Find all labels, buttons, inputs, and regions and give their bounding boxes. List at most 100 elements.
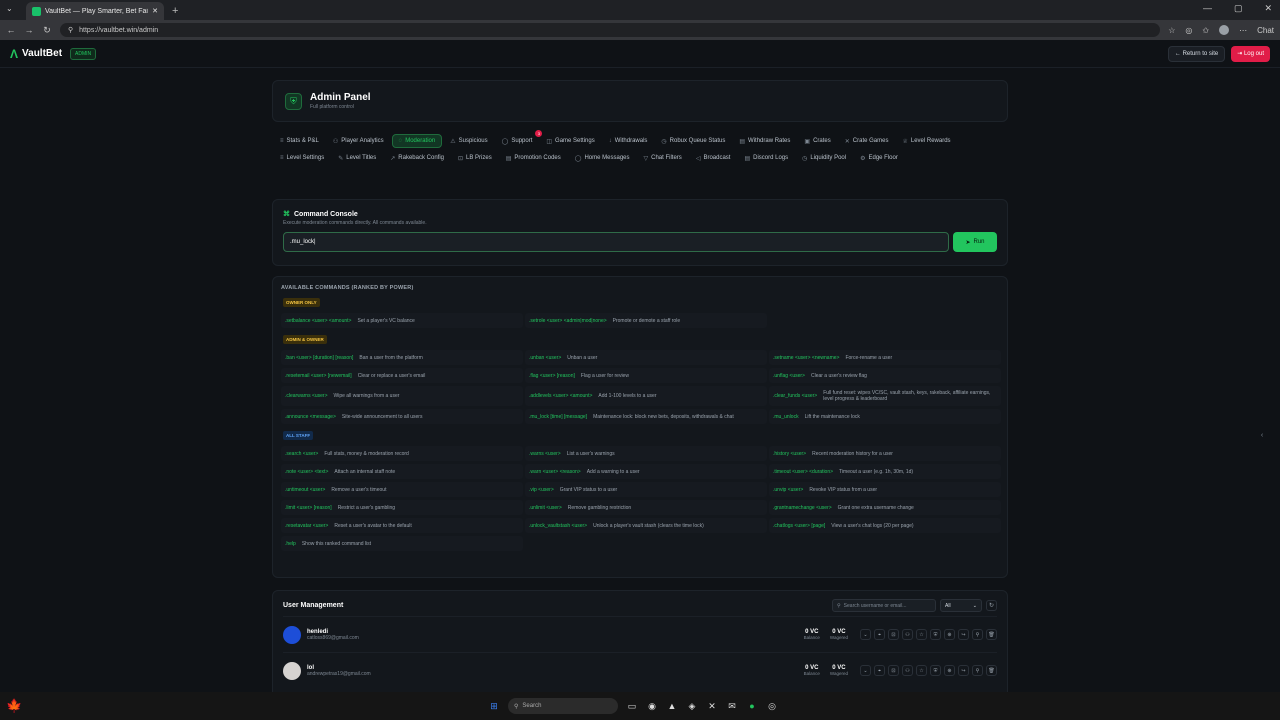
command-input[interactable]: .mu_lock |: [283, 232, 949, 252]
tab-crate-games[interactable]: ✕ Crate Games: [839, 134, 895, 148]
mail-icon[interactable]: ✉: [726, 700, 738, 712]
window-close-button[interactable]: ✕: [1264, 3, 1272, 14]
tab-close-icon[interactable]: ✕: [152, 7, 158, 15]
tab-liquidity-pool[interactable]: ◷ Liquidity Pool: [796, 151, 852, 165]
tab-withdrawals[interactable]: ↓ Withdrawals: [603, 134, 654, 148]
command-item[interactable]: .chatlogs <user> [page] View a user's cha…: [769, 518, 1001, 533]
user-row[interactable]: henledi catloss869@gmail.com 0 VC Balance 0 …: [283, 616, 997, 648]
chat-button[interactable]: Chat: [1257, 26, 1274, 35]
command-item[interactable]: .mu_unlock Lift the maintenance lock: [769, 409, 1001, 424]
task-view-icon[interactable]: ▭: [626, 700, 638, 712]
url-field[interactable]: ⚲ https://vaultbet.win/admin: [60, 23, 1161, 37]
spotify-icon[interactable]: ●: [746, 700, 758, 712]
forward-icon[interactable]: →: [24, 25, 34, 35]
user-action-icon-0[interactable]: ⌄: [860, 629, 871, 640]
logo[interactable]: Λ VaultBet: [10, 47, 62, 61]
run-button[interactable]: ➤ Run: [953, 232, 997, 252]
command-item[interactable]: .unflag <user> Clear a user's review flag: [769, 368, 1001, 383]
command-item[interactable]: .ban <user> [duration] [reason] Ban a use…: [281, 350, 523, 365]
command-item[interactable]: .flag <user> [reason] Flag a user for rev…: [525, 368, 767, 383]
taskbar-search[interactable]: ⚲ Search: [508, 698, 618, 714]
user-action-icon-7[interactable]: ↪: [958, 629, 969, 640]
user-action-icon-9[interactable]: 🗑: [986, 629, 997, 640]
more-menu-icon[interactable]: ⋯: [1239, 26, 1247, 35]
command-item[interactable]: .grantnamechange <user> Grant one extra u…: [769, 500, 1001, 515]
tab-home-messages[interactable]: ◯ Home Messages: [569, 151, 636, 165]
command-item[interactable]: .history <user> Recent moderation history…: [769, 446, 1001, 461]
command-item[interactable]: .clearwarns <user> Wipe all warnings from…: [281, 386, 523, 406]
command-item[interactable]: .vip <user> Grant VIP status to a user: [525, 482, 767, 497]
user-action-icon-7[interactable]: ↪: [958, 665, 969, 676]
browser-icon[interactable]: ◈: [686, 700, 698, 712]
command-item[interactable]: .setrole <user> <admin|mod|none> Promote …: [525, 313, 767, 328]
tab-game-settings[interactable]: ◫ Game Settings: [540, 134, 600, 148]
user-action-icon-2[interactable]: ⊡: [888, 665, 899, 676]
command-item[interactable]: .untimeout <user> Remove a user's timeout: [281, 482, 523, 497]
user-action-icon-5[interactable]: ⛨: [930, 629, 941, 640]
tab-crates[interactable]: ▣ Crates: [798, 134, 836, 148]
command-item[interactable]: .unlock_vaultstash <user> Unlock a player…: [525, 518, 767, 533]
command-item[interactable]: .limit <user> [reason] Restrict a user's …: [281, 500, 523, 515]
user-action-icon-4[interactable]: ☆: [916, 665, 927, 676]
command-item[interactable]: .unlimit <user> Remove gambling restricti…: [525, 500, 767, 515]
maximize-button[interactable]: ▢: [1234, 3, 1243, 14]
chrome-icon[interactable]: ◎: [766, 700, 778, 712]
app-icon-2[interactable]: ✕: [706, 700, 718, 712]
site-info-icon[interactable]: ⚲: [68, 26, 73, 34]
weather-widget-icon[interactable]: 🍁: [6, 698, 22, 714]
tab-moderation[interactable]: ◌ Moderation: [391, 134, 443, 148]
tab-edge-floor[interactable]: ⚙ Edge Floor: [854, 151, 904, 165]
tab-rakeback-config[interactable]: ↗ Rakeback Config: [384, 151, 450, 165]
command-item[interactable]: .setbalance <user> <amount> Set a player'…: [281, 313, 523, 328]
refresh-button[interactable]: ↻: [986, 600, 997, 611]
logout-button[interactable]: ⇥ Log out: [1231, 45, 1270, 62]
user-row[interactable]: lol andrewpetras19@gmail.com 0 VC Balance 0 …: [283, 652, 997, 684]
tab-chat-filters[interactable]: ▽ Chat Filters: [638, 151, 688, 165]
tab-level-titles[interactable]: ✎ Level Titles: [332, 151, 382, 165]
minimize-button[interactable]: —: [1203, 3, 1212, 14]
reload-icon[interactable]: ↻: [42, 25, 52, 36]
user-search-input[interactable]: ⚲ Search username or email...: [832, 599, 936, 612]
tab-discord-logs[interactable]: ▤ Discord Logs: [738, 151, 794, 165]
user-action-icon-4[interactable]: ☆: [916, 629, 927, 640]
discord-icon[interactable]: ◉: [646, 700, 658, 712]
command-item[interactable]: .clear_funds <user> Full fund reset: wipe…: [769, 386, 1001, 406]
user-action-icon-6[interactable]: ⊕: [944, 665, 955, 676]
windows-start-icon[interactable]: ⊞: [488, 700, 500, 712]
command-item[interactable]: .unban <user> Unban a user: [525, 350, 767, 365]
tab-level-settings[interactable]: ≡ Level Settings: [274, 151, 330, 165]
user-action-icon-5[interactable]: ⛨: [930, 665, 941, 676]
user-action-icon-8[interactable]: ⚲: [972, 629, 983, 640]
tab-withdraw-rates[interactable]: ▤ Withdraw Rates: [733, 134, 796, 148]
command-item[interactable]: .resetavatar <user> Reset a user's avatar…: [281, 518, 523, 533]
command-item[interactable]: .timeout <user> <duration> Timeout a user…: [769, 464, 1001, 479]
user-action-icon-8[interactable]: ⚲: [972, 665, 983, 676]
command-item[interactable]: .resetemail <user> [newemail] Clear or re…: [281, 368, 523, 383]
user-action-icon-1[interactable]: ⌖: [874, 665, 885, 676]
command-item[interactable]: .mu_lock [time] [message] Maintenance loc…: [525, 409, 767, 424]
extension-icon[interactable]: ◎: [1185, 26, 1192, 35]
command-item[interactable]: .announce <message> Site-wide announcemen…: [281, 409, 523, 424]
command-item[interactable]: .note <user> <text> Attach an internal st…: [281, 464, 523, 479]
tab-support[interactable]: ◯ Support 3: [496, 130, 543, 148]
tab-menu-icon[interactable]: ⌄: [6, 4, 13, 13]
tab-robux-queue-status[interactable]: ◷ Robux Queue Status: [655, 134, 731, 148]
tab-level-rewards[interactable]: ♕ Level Rewards: [896, 134, 956, 148]
new-tab-button[interactable]: +: [172, 5, 178, 17]
command-item[interactable]: .setname <user> <newname> Force-rename a …: [769, 350, 1001, 365]
command-item[interactable]: .warns <user> List a user's warnings: [525, 446, 767, 461]
user-action-icon-0[interactable]: ⌄: [860, 665, 871, 676]
return-to-site-button[interactable]: ← Return to site: [1167, 45, 1226, 62]
user-action-icon-6[interactable]: ⊕: [944, 629, 955, 640]
tab-promotion-codes[interactable]: ▤ Promotion Codes: [500, 151, 567, 165]
side-panel-handle[interactable]: ‹: [1256, 420, 1268, 450]
tab-lb-prizes[interactable]: ⊡ LB Prizes: [452, 151, 498, 165]
user-action-icon-3[interactable]: ⚇: [902, 629, 913, 640]
tab-player-analytics[interactable]: ⚇ Player Analytics: [327, 134, 390, 148]
app-icon[interactable]: ▲: [666, 700, 678, 712]
command-item[interactable]: .search <user> Full stats, money & modera…: [281, 446, 523, 461]
command-item[interactable]: .warn <user> <reason> Add a warning to a …: [525, 464, 767, 479]
user-action-icon-3[interactable]: ⚇: [902, 665, 913, 676]
browser-tab[interactable]: VaultBet — Play Smarter, Bet Fairer ✕: [26, 2, 164, 20]
command-item[interactable]: .unvip <user> Revoke VIP status from a us…: [769, 482, 1001, 497]
